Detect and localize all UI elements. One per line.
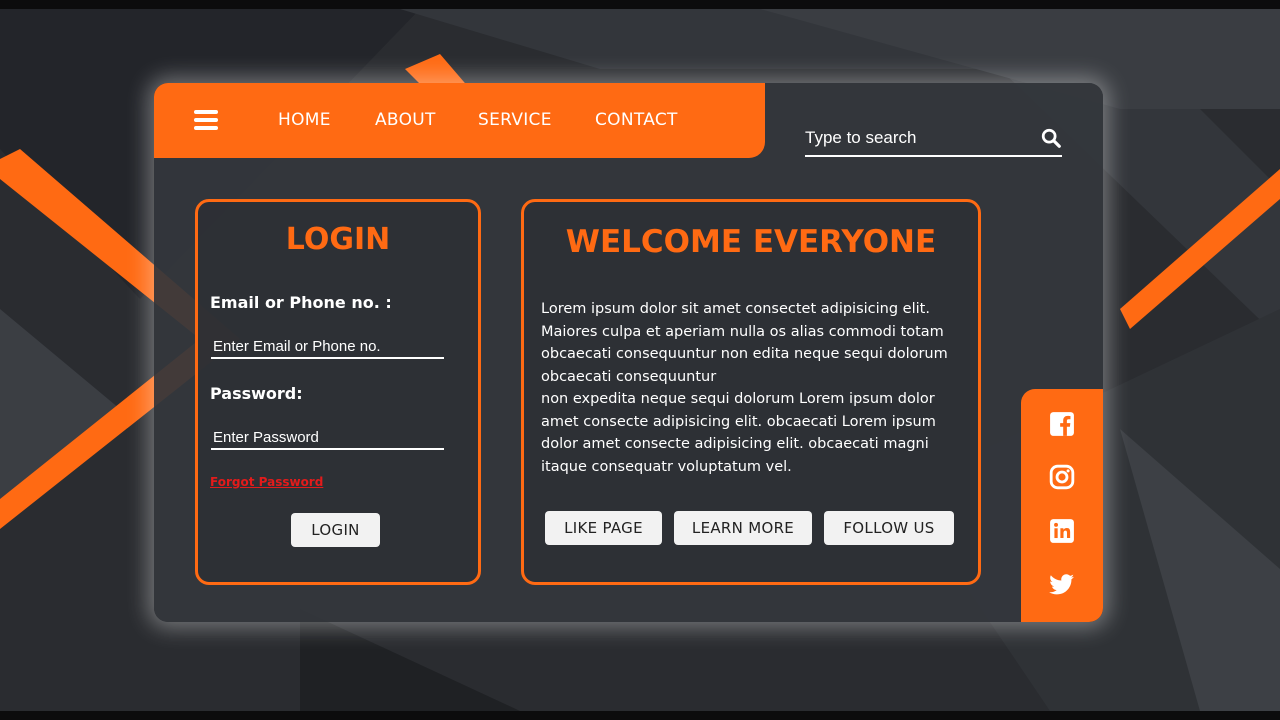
welcome-text-line: obcaecati consequuntur bbox=[541, 368, 717, 385]
welcome-panel: WELCOME EVERYONE Lorem ipsum dolor sit a… bbox=[521, 199, 981, 585]
nav-home-link[interactable]: HOME bbox=[278, 110, 331, 130]
password-label: Password: bbox=[210, 384, 303, 403]
password-field[interactable] bbox=[211, 426, 444, 450]
bottom-letterbox bbox=[0, 711, 1280, 720]
twitter-icon[interactable] bbox=[1049, 571, 1075, 597]
welcome-text-line: Lorem ipsum dolor sit amet consectet adi… bbox=[541, 301, 930, 317]
like-page-button[interactable]: LIKE PAGE bbox=[545, 511, 662, 545]
learn-more-button[interactable]: LEARN MORE bbox=[674, 511, 812, 545]
nav-about-link[interactable]: ABOUT bbox=[375, 110, 436, 130]
main-card: HOME ABOUT SERVICE CONTACT LOGIN Email o… bbox=[154, 83, 1103, 622]
linkedin-icon[interactable] bbox=[1049, 518, 1075, 544]
social-bar bbox=[1021, 389, 1103, 622]
search-icon[interactable] bbox=[1040, 127, 1062, 149]
email-label: Email or Phone no. : bbox=[210, 293, 392, 312]
navbar: HOME ABOUT SERVICE CONTACT bbox=[154, 83, 765, 158]
login-title: LOGIN bbox=[285, 222, 391, 257]
search-box bbox=[805, 119, 1062, 157]
login-button[interactable]: LOGIN bbox=[291, 513, 380, 547]
facebook-icon[interactable] bbox=[1049, 411, 1075, 437]
search-input[interactable] bbox=[805, 125, 1025, 151]
welcome-text-line: non expedita neque sequi dolorum Lorem i… bbox=[541, 391, 935, 407]
welcome-text-line: Maiores culpa et aperiam nulla os alias … bbox=[541, 323, 944, 340]
forgot-password-link[interactable]: Forgot Password bbox=[210, 475, 323, 489]
instagram-icon[interactable] bbox=[1049, 464, 1075, 490]
welcome-title: WELCOME EVERYONE bbox=[565, 224, 937, 260]
email-field[interactable] bbox=[211, 335, 444, 359]
top-letterbox bbox=[0, 0, 1280, 9]
welcome-text-line: dolor amet consecte adipisicing elit. ob… bbox=[541, 436, 929, 452]
hamburger-menu-icon[interactable] bbox=[194, 110, 218, 130]
welcome-text-line: amet consecte adipisicing elit. obcaecat… bbox=[541, 413, 936, 430]
follow-us-button[interactable]: FOLLOW US bbox=[824, 511, 954, 545]
nav-service-link[interactable]: SERVICE bbox=[478, 110, 552, 130]
login-panel: LOGIN Email or Phone no. : Password: For… bbox=[195, 199, 481, 585]
welcome-text-line: itaque consequatr voluptatum vel. bbox=[541, 458, 792, 475]
welcome-text-line: obcaecati consequuntur non edita neque s… bbox=[541, 346, 948, 362]
nav-contact-link[interactable]: CONTACT bbox=[595, 110, 678, 130]
welcome-text: Lorem ipsum dolor sit amet consectet adi… bbox=[541, 298, 961, 478]
